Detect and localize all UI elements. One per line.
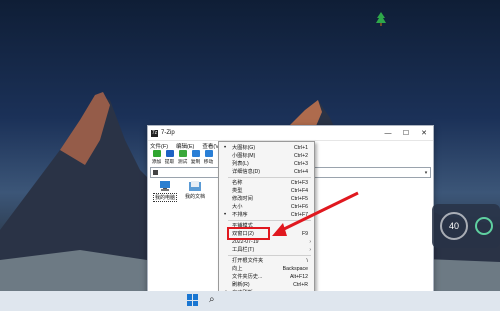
search-icon[interactable]: ⌕: [209, 294, 215, 305]
widget-value: 40: [449, 221, 459, 231]
red-arrow-annotation: [272, 191, 359, 236]
taskbar: [0, 291, 500, 311]
system-widget: 40: [432, 204, 500, 248]
windows-start-icon[interactable]: [187, 294, 199, 306]
